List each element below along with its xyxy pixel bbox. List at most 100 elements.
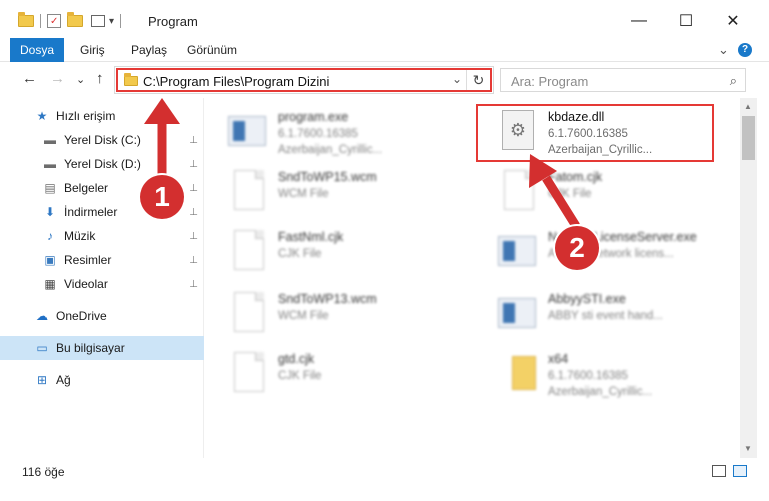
file-item[interactable]: SndToWP13.wcm WCM File <box>206 284 446 346</box>
help-icon[interactable]: ? <box>738 43 752 57</box>
sidebar-item-label: OneDrive <box>56 309 107 323</box>
file-name: gtd.cjk <box>278 352 315 366</box>
search-placeholder: Ara: Program <box>511 74 589 89</box>
sidebar-item[interactable]: ▣ Resimler ⊥ <box>0 248 204 272</box>
pictures-icon: ▣ <box>44 253 56 267</box>
sidebar-item-label: Videolar <box>64 277 108 291</box>
file-name: x64 <box>548 352 569 366</box>
sidebar-item[interactable]: ▦ Videolar ⊥ <box>0 272 204 296</box>
file-detail: WCM File <box>278 188 329 200</box>
exe-file-icon <box>228 108 268 156</box>
file-name: SndToWP15.wcm <box>278 170 377 184</box>
tab-view[interactable]: Görünüm <box>177 38 247 62</box>
folder-icon <box>498 350 538 398</box>
up-button[interactable]: ↑ <box>96 70 104 87</box>
sidebar-item-label: İndirmeler <box>64 205 118 219</box>
exe-file-icon <box>498 228 538 276</box>
file-name: AbbyySTI.exe <box>548 292 626 306</box>
close-button[interactable]: ✕ <box>710 6 756 36</box>
file-detail: CJK File <box>278 370 322 382</box>
tab-home[interactable]: Giriş <box>70 38 115 62</box>
pin-icon[interactable]: ⊥ <box>189 231 198 242</box>
pin-icon[interactable]: ⊥ <box>189 135 198 146</box>
sidebar-item[interactable]: ▬ Yerel Disk (D:) ⊥ <box>0 152 204 176</box>
ribbon-expand-icon[interactable]: ⌄ <box>718 42 729 58</box>
videos-icon: ▦ <box>44 277 56 291</box>
address-dropdown-icon[interactable]: ⌄ <box>452 72 462 86</box>
exe-file-icon <box>498 290 538 338</box>
file-detail: ABBY sti event hand... <box>548 310 663 322</box>
file-detail: CJK File <box>278 248 322 260</box>
file-icon <box>228 350 268 398</box>
address-bar[interactable]: C:\Program Files\Program Dizini ⌄ ↻ <box>116 68 492 92</box>
new-folder-icon[interactable] <box>67 12 83 27</box>
music-icon: ♪ <box>47 229 53 243</box>
pin-icon[interactable]: ⊥ <box>189 255 198 266</box>
pin-icon[interactable]: ⊥ <box>189 159 198 170</box>
tab-file[interactable]: Dosya <box>10 38 65 62</box>
sidebar-item[interactable]: ★ Hızlı erişim <box>0 104 204 128</box>
scroll-down-icon[interactable]: ▼ <box>744 444 752 453</box>
computer-icon: ▭ <box>36 341 48 355</box>
sidebar-item-label: Resimler <box>64 253 112 267</box>
sidebar-item-label: Müzik <box>64 229 96 243</box>
file-item[interactable]: AbbyySTI.exe ABBY sti event hand... <box>476 284 716 346</box>
refresh-button[interactable]: ↻ <box>466 70 490 90</box>
file-item[interactable]: x64 6.1.7600.16385 Azerbaijan_Cyrillic... <box>476 344 716 406</box>
details-view-icon[interactable] <box>712 465 726 477</box>
file-detail: WCM File <box>278 310 329 322</box>
quick-access-toolbar: ✓ ▾ <box>18 12 127 30</box>
scroll-thumb[interactable] <box>742 116 755 160</box>
file-icon <box>228 228 268 276</box>
forward-button[interactable]: → <box>50 70 65 87</box>
search-input[interactable]: Ara: Program ⌕ <box>500 68 746 92</box>
search-icon[interactable]: ⌕ <box>730 73 737 89</box>
pin-icon[interactable]: ⊥ <box>189 183 198 194</box>
star-icon: ★ <box>36 109 48 123</box>
vertical-scrollbar[interactable]: ▲ ▼ <box>740 98 757 458</box>
item-count: 116 öğe <box>22 465 65 479</box>
sidebar-item[interactable]: ⊞ Ağ <box>0 368 204 392</box>
address-path[interactable]: C:\Program Files\Program Dizini <box>143 74 329 89</box>
large-icons-view-icon[interactable] <box>733 465 747 477</box>
sidebar-item[interactable]: ☁ OneDrive <box>0 304 204 328</box>
highlight-box-dll <box>476 104 714 162</box>
pin-icon[interactable]: ⊥ <box>189 279 198 290</box>
file-item[interactable]: Fatom.cjk CJK File <box>476 162 716 224</box>
network-icon: ⊞ <box>36 373 48 387</box>
sidebar-item[interactable]: ▬ Yerel Disk (C:) ⊥ <box>0 128 204 152</box>
scroll-up-icon[interactable]: ▲ <box>744 102 752 111</box>
sidebar-item-label: Yerel Disk (D:) <box>64 157 141 171</box>
sidebar-item[interactable]: ♪ Müzik ⊥ <box>0 224 204 248</box>
callout-2: 2 <box>555 226 599 270</box>
customize-dropdown-icon[interactable]: ▾ <box>109 16 114 27</box>
file-item[interactable]: program.exe 6.1.7600.16385 Azerbaijan_Cyri… <box>206 102 446 164</box>
sidebar-item[interactable]: ▭ Bu bilgisayar <box>0 336 204 360</box>
properties-icon[interactable]: ✓ <box>47 14 61 28</box>
pin-icon[interactable]: ⊥ <box>189 207 198 218</box>
file-detail: CJK File <box>548 188 592 200</box>
file-icon <box>228 168 268 216</box>
folder-icon <box>18 12 34 27</box>
minimize-button[interactable]: — <box>616 6 662 36</box>
file-icon <box>498 168 538 216</box>
sidebar-item-label: Belgeler <box>64 181 109 195</box>
file-detail: 6.1.7600.16385 <box>548 370 628 382</box>
view-icon[interactable] <box>91 15 105 27</box>
tab-share[interactable]: Paylaş <box>121 38 177 62</box>
file-icon <box>228 290 268 338</box>
file-item[interactable]: SndToWP15.wcm WCM File <box>206 162 446 224</box>
file-item[interactable]: gtd.cjk CJK File <box>206 344 446 406</box>
file-name: SndToWP13.wcm <box>278 292 377 306</box>
file-item[interactable]: FastNml.cjk CJK File <box>206 222 446 284</box>
onedrive-icon: ☁ <box>36 309 48 323</box>
file-name: FastNml.cjk <box>278 230 344 244</box>
maximize-button[interactable]: ☐ <box>663 6 709 36</box>
back-button[interactable]: ← <box>22 70 37 87</box>
navigation-bar: ← → ⌄ ↑ C:\Program Files\Program Dizini … <box>0 62 769 96</box>
documents-icon: ▤ <box>44 181 56 195</box>
file-detail: 6.1.7600.16385 <box>278 128 358 140</box>
recent-locations-button[interactable]: ⌄ <box>76 73 85 86</box>
file-description: Azerbaijan_Cyrillic... <box>278 144 383 156</box>
drive-icon: ▬ <box>44 133 56 147</box>
